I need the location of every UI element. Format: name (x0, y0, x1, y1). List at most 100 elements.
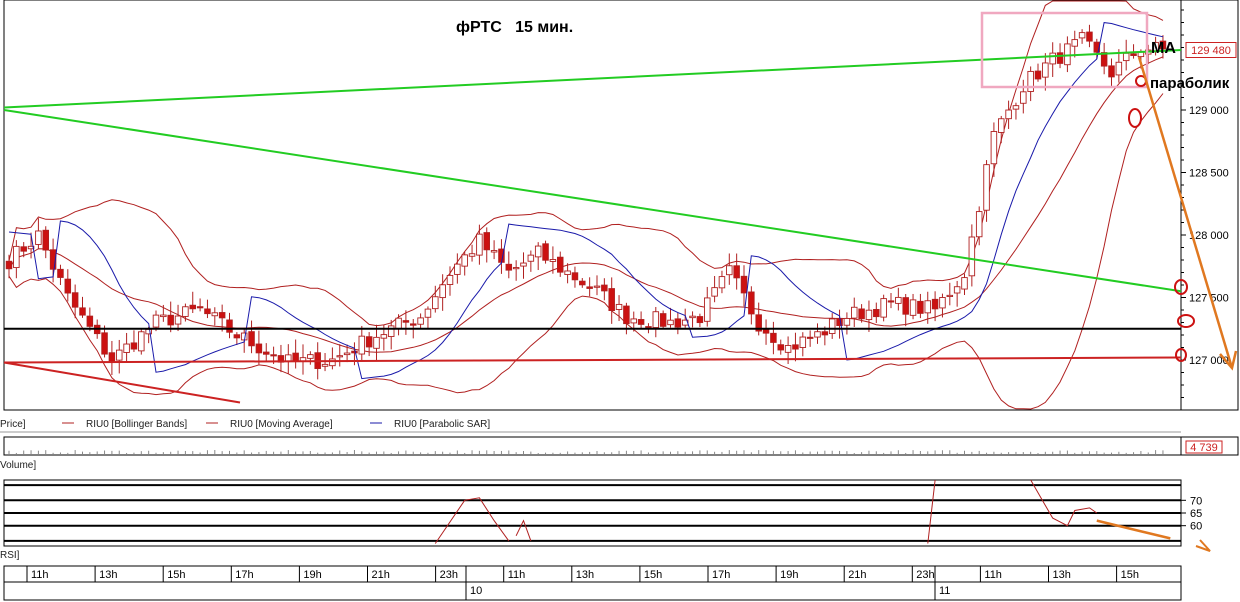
candle-body (836, 317, 843, 327)
candle-body (182, 306, 189, 317)
time-axis-tick-label: 13h (576, 569, 594, 581)
candle-body (740, 275, 748, 294)
legend-parabolic-sar: RIU0 [Parabolic SAR] (394, 419, 490, 430)
candle-body (586, 286, 593, 289)
candle-body (483, 232, 491, 251)
candle-body (1027, 70, 1034, 92)
candle-body (505, 263, 513, 271)
candle-body (873, 309, 880, 318)
price-axis-tick-label: 128 500 (1189, 168, 1229, 180)
candle-body (138, 331, 145, 352)
candle-body (667, 319, 674, 326)
candle-body (858, 308, 865, 320)
candle-body (108, 352, 116, 363)
candle-body (792, 344, 799, 350)
candle-body (189, 304, 196, 310)
candle-body (902, 297, 909, 315)
rsi-panel: 706560 RSI] (0, 479, 1211, 561)
price-axis-frame (1180, 0, 1239, 411)
candle-body (35, 230, 42, 245)
candle-body (1064, 43, 1071, 66)
candle-body (851, 306, 858, 319)
candle-body (64, 278, 72, 294)
volume-panel: 4 739 Volume] (0, 436, 1239, 471)
candle-body (152, 314, 160, 328)
candle-body (821, 331, 829, 336)
candle-body (946, 294, 954, 297)
candle-body (968, 236, 976, 277)
candle-body (490, 250, 498, 253)
volume-plot-frame (3, 436, 1182, 456)
candle-body (174, 315, 182, 325)
time-axis-tick-label: 11h (31, 569, 49, 581)
day-label: 10 (470, 585, 482, 597)
candle-body (20, 246, 27, 252)
candle-body (1042, 62, 1049, 78)
candle-body (380, 334, 388, 339)
candle-body (777, 344, 785, 351)
candle-body (887, 300, 895, 303)
rsi-tick-label: 65 (1190, 508, 1202, 520)
candle-body (704, 297, 711, 322)
candle-body (439, 284, 446, 299)
candle-body (527, 254, 535, 262)
candle-body (101, 332, 108, 355)
time-axis-tick-label: 11h (984, 569, 1002, 581)
time-axis-tick-label: 13h (99, 569, 117, 581)
price-plot-frame (3, 0, 1182, 411)
candle-body (468, 253, 476, 257)
candle-body (1115, 61, 1123, 76)
price-axis-tick-label: 129 000 (1189, 105, 1229, 117)
candle-body (689, 315, 696, 319)
candle-body (998, 118, 1005, 133)
candle-body (160, 314, 167, 318)
candle-body (196, 306, 204, 309)
candle-body (564, 270, 571, 275)
candle-body (806, 336, 814, 339)
candle-body (895, 296, 902, 304)
candle-body (476, 233, 483, 256)
candle-body (410, 323, 417, 326)
candle-body (939, 297, 946, 309)
candle-body (79, 307, 86, 316)
legend-bollinger: RIU0 [Bollinger Bands] (86, 419, 187, 430)
last-price-label: 129 480 (1191, 45, 1231, 57)
candle-body (637, 319, 645, 325)
candle-body (748, 291, 755, 315)
candle-body (828, 318, 836, 334)
rsi-tick-label: 70 (1190, 495, 1202, 507)
candle-body (42, 229, 50, 251)
candle-body (652, 311, 660, 328)
candle-body (115, 349, 123, 361)
candle-body (255, 343, 263, 354)
candle-body (542, 243, 549, 261)
candle-body (351, 350, 358, 354)
candle-body (608, 288, 615, 312)
candle-body (1130, 53, 1137, 56)
candle-body (770, 332, 777, 343)
candle-body (292, 352, 299, 362)
legend-price: Price] (0, 419, 26, 430)
time-axis-tick-label: 13h (1053, 569, 1071, 581)
candle-body (865, 309, 873, 321)
legend-moving-average: RIU0 [Moving Average] (230, 419, 333, 430)
candle-body (402, 320, 410, 323)
candle-body (557, 256, 564, 273)
candle-body (358, 335, 366, 355)
candle-body (1086, 31, 1093, 42)
candle-body (534, 245, 542, 258)
candle-body (1020, 91, 1027, 104)
candle-body (424, 308, 432, 318)
candle-body (799, 336, 807, 348)
time-axis-tick-label: 19h (303, 569, 321, 581)
time-axis-tick-label: 15h (1121, 569, 1139, 581)
candle-body (130, 342, 138, 350)
time-axis-tick-label: 23h (916, 569, 934, 581)
candle-body (1078, 32, 1086, 39)
volume-last-label: 4 739 (1190, 442, 1218, 454)
day-label: 11 (939, 585, 950, 597)
time-axis-tick-label: 15h (644, 569, 662, 581)
candle-body (387, 325, 395, 337)
candle-body (417, 317, 424, 325)
candle-body (211, 312, 219, 317)
